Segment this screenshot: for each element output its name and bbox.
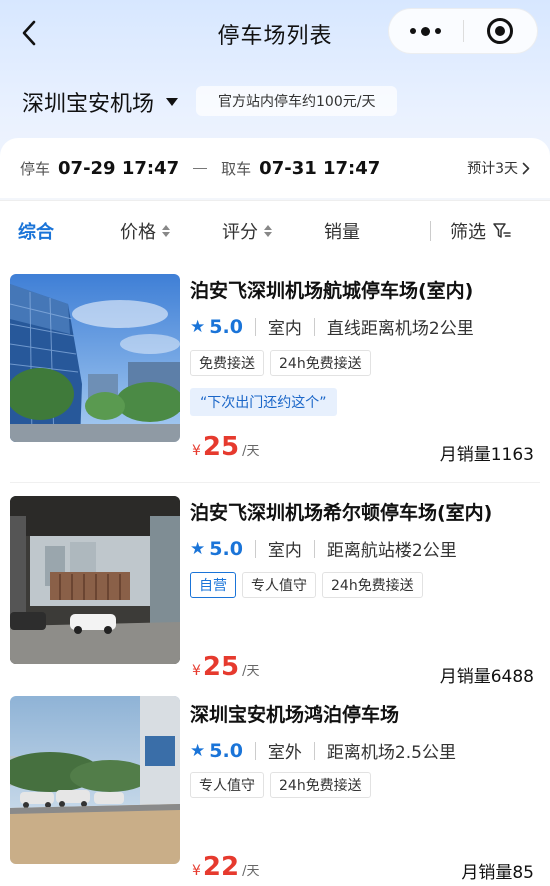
feature-tag: 专人值守: [190, 772, 264, 798]
sort-rating-tab[interactable]: 评分: [222, 201, 272, 261]
feature-tag: 24h免费接送: [322, 572, 423, 598]
monthly-sales: 月销量85: [461, 863, 534, 883]
official-price-note: 官方站内停车约100元/天: [196, 86, 398, 116]
chevron-right-icon: [522, 162, 530, 174]
parking-meta: ★ 5.0 室内 直线距离机场2公里: [190, 314, 474, 340]
feature-tag: 24h免费接送: [270, 350, 371, 376]
sort-overall-tab[interactable]: 综合: [18, 201, 54, 261]
date-separator: [193, 167, 208, 169]
park-label: 停车: [20, 159, 51, 178]
self-operated-tag: 自营: [190, 572, 236, 598]
review-quote: “下次出门还约这个”: [190, 388, 337, 416]
rating-value: 5.0: [209, 739, 243, 762]
rating-value: 5.0: [209, 537, 243, 560]
feature-tag: 专人值守: [242, 572, 316, 598]
currency-symbol: ¥: [192, 863, 201, 879]
sort-arrows-icon: [162, 225, 170, 237]
parking-name: 泊安飞深圳机场希尔顿停车场(室内): [190, 502, 493, 524]
sort-overall-label: 综合: [18, 222, 54, 243]
estimate-duration[interactable]: 预计3天: [467, 158, 530, 178]
sort-arrows-icon: [264, 225, 272, 237]
feature-tags: 自营 专人值守 24h免费接送: [190, 572, 423, 598]
price: ¥ 22 /天: [192, 852, 260, 882]
estimate-text: 预计3天: [467, 161, 518, 177]
sort-bar: 综合 价格 评分 销量 筛选: [0, 200, 550, 260]
more-dots-icon: [410, 26, 442, 36]
pickup-label: 取车: [221, 159, 252, 178]
nav-header: 停车场列表: [0, 0, 550, 68]
parking-type: 室外: [267, 743, 302, 763]
price-unit: /天: [242, 444, 260, 459]
parking-distance: 距离机场2.5公里: [326, 743, 456, 763]
parking-distance: 直线距离机场2公里: [326, 319, 474, 339]
rating-value: 5.0: [209, 315, 243, 338]
price-value: 22: [202, 852, 240, 882]
sort-divider: [430, 221, 431, 241]
parking-photo-building[interactable]: [10, 274, 180, 442]
currency-symbol: ¥: [192, 443, 201, 459]
parking-meta: ★ 5.0 室外 距离机场2.5公里: [190, 738, 456, 764]
filter-icon: [493, 223, 511, 238]
feature-tags: 免费接送 24h免费接送: [190, 350, 371, 376]
location-name: 深圳宝安机场: [22, 92, 155, 117]
monthly-sales: 月销量1163: [439, 445, 534, 465]
sort-sales-tab[interactable]: 销量: [324, 201, 360, 261]
parking-name: 泊安飞深圳机场航城停车场(室内): [190, 280, 474, 302]
sort-price-label: 价格: [120, 222, 156, 243]
sort-price-tab[interactable]: 价格: [120, 201, 170, 261]
parking-photo-outdoor[interactable]: [10, 696, 180, 864]
parking-meta: ★ 5.0 室内 距离航站楼2公里: [190, 536, 457, 562]
price: ¥ 25 /天: [192, 652, 260, 682]
miniprogram-capsule: [388, 8, 538, 54]
price-value: 25: [202, 652, 240, 682]
star-icon: ★: [190, 538, 206, 559]
filter-button[interactable]: 筛选: [450, 201, 512, 261]
sort-sales-label: 销量: [324, 222, 360, 243]
price-unit: /天: [242, 664, 260, 679]
sort-rating-label: 评分: [222, 222, 258, 243]
date-range-card[interactable]: 停车 07-29 17:47 取车 07-31 17:47 预计3天: [0, 138, 550, 198]
feature-tag: 免费接送: [190, 350, 264, 376]
feature-tag: 24h免费接送: [270, 772, 371, 798]
target-icon: [487, 18, 514, 44]
price-unit: /天: [242, 864, 260, 879]
currency-symbol: ¥: [192, 663, 201, 679]
star-icon: ★: [190, 316, 206, 337]
more-button[interactable]: [389, 9, 463, 53]
parking-distance: 距离航站楼2公里: [326, 541, 457, 561]
parking-card[interactable]: 泊安飞深圳机场航城停车场(室内) ★ 5.0 室内 直线距离机场2公里 免费接送…: [0, 262, 550, 483]
caret-down-icon: [166, 98, 179, 106]
pickup-datetime[interactable]: 07-31 17:47: [259, 158, 380, 179]
filter-label: 筛选: [450, 222, 486, 243]
parking-photo-garage[interactable]: [10, 496, 180, 664]
parking-name: 深圳宝安机场鸿泊停车场: [190, 704, 400, 726]
monthly-sales: 月销量6488: [439, 667, 534, 687]
parking-type: 室内: [267, 541, 302, 561]
location-selector[interactable]: 深圳宝安机场: [22, 86, 179, 118]
price-value: 25: [202, 432, 240, 462]
park-datetime[interactable]: 07-29 17:47: [58, 158, 179, 179]
parking-card[interactable]: 深圳宝安机场鸿泊停车场 ★ 5.0 室外 距离机场2.5公里 专人值守 24h免…: [0, 686, 550, 886]
feature-tags: 专人值守 24h免费接送: [190, 772, 371, 798]
parking-type: 室内: [267, 319, 302, 339]
star-icon: ★: [190, 740, 206, 761]
parking-card[interactable]: 泊安飞深圳机场希尔顿停车场(室内) ★ 5.0 室内 距离航站楼2公里 自营 专…: [0, 484, 550, 701]
close-miniprogram-button[interactable]: [464, 9, 538, 53]
price: ¥ 25 /天: [192, 432, 260, 462]
